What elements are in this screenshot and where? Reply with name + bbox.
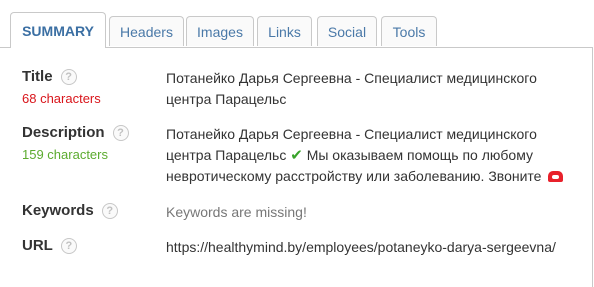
summary-panel: Title ? 68 characters Потанейко Дарья Се…	[0, 47, 593, 287]
keywords-label: Keywords	[22, 202, 94, 219]
keywords-value: Keywords are missing!	[166, 204, 307, 220]
url-value: https://healthymind.by/employees/potaney…	[166, 239, 556, 255]
help-icon[interactable]: ?	[60, 68, 77, 85]
description-label-group: Description ?	[22, 124, 129, 141]
description-label: Description	[22, 124, 105, 141]
description-value: Потанейко Дарья Сергеевна - Специалист м…	[166, 124, 576, 187]
help-icon[interactable]: ?	[112, 124, 129, 141]
url-label-group: URL ?	[22, 237, 77, 254]
telephone-icon	[548, 171, 564, 182]
tab-tools[interactable]: Tools	[381, 16, 437, 46]
title-value: Потанейко Дарья Сергеевна - Специалист м…	[166, 70, 537, 107]
tab-links[interactable]: Links	[257, 16, 312, 46]
url-label: URL	[22, 237, 53, 254]
help-icon[interactable]: ?	[60, 237, 77, 254]
description-char-count: 159 characters	[22, 147, 108, 162]
tab-social[interactable]: Social	[317, 16, 377, 46]
keywords-label-group: Keywords ?	[22, 202, 118, 219]
title-label: Title	[22, 68, 53, 85]
title-char-count: 68 characters	[22, 91, 101, 106]
tab-headers[interactable]: Headers	[109, 16, 184, 46]
tab-images[interactable]: Images	[186, 16, 254, 46]
tab-summary[interactable]: SUMMARY	[10, 12, 106, 48]
title-label-group: Title ?	[22, 68, 77, 85]
help-icon[interactable]: ?	[101, 202, 118, 219]
check-icon: ✔	[290, 147, 303, 164]
